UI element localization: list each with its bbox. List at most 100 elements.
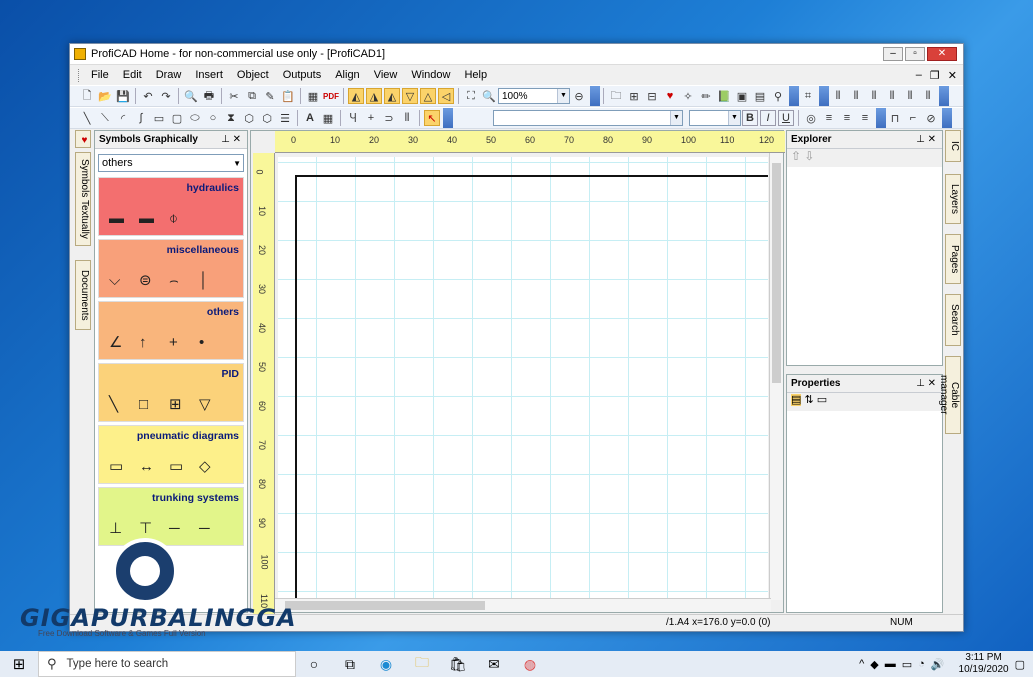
arrow-down-icon[interactable]: ⇩ (804, 149, 814, 163)
symbol-item[interactable]: ╲ (109, 395, 118, 413)
menu-view[interactable]: View (367, 69, 405, 81)
distribute-icon[interactable]: ⫴ (848, 88, 864, 104)
scroll-thumb[interactable] (772, 163, 781, 383)
circle-icon[interactable]: ○ (205, 110, 221, 126)
zoom-out-icon[interactable]: ⊖ (571, 88, 587, 104)
symbol-item[interactable]: ↔ (139, 458, 154, 475)
table-icon[interactable]: ▤ (752, 88, 768, 104)
symbol-category-others[interactable]: others ∠ ↑ + • (98, 301, 244, 360)
symbol-library-select[interactable]: others ▼ (98, 154, 244, 172)
vertical-scrollbar[interactable] (769, 153, 783, 600)
tab-ic[interactable]: IC (945, 130, 961, 162)
distribute-icon[interactable]: ⫴ (920, 88, 936, 104)
tab-symbols-textually[interactable]: Symbols Textually (75, 152, 91, 246)
junction-icon[interactable]: + (363, 110, 379, 126)
polyline-icon[interactable]: ⟍ (97, 110, 113, 126)
select-arrow-icon[interactable]: ↖ (424, 110, 440, 126)
rectangle-icon[interactable]: ▭ (151, 110, 167, 126)
toolbar-overflow[interactable] (789, 86, 799, 106)
arc-icon[interactable]: ◜ (115, 110, 131, 126)
underline-icon[interactable]: U (778, 110, 794, 126)
symbol-item[interactable]: □ (139, 396, 148, 413)
distribute-icon[interactable]: ⫴ (902, 88, 918, 104)
symbol-item[interactable]: ▭ (109, 457, 123, 475)
menu-object[interactable]: Object (230, 69, 276, 81)
horizontal-scrollbar[interactable] (275, 598, 771, 612)
tab-layers[interactable]: Layers (945, 174, 961, 224)
symbol-item[interactable]: ⌵ (109, 272, 120, 289)
text-properties-icon[interactable]: ◎ (803, 110, 819, 126)
menu-outputs[interactable]: Outputs (276, 69, 329, 81)
chevron-down-icon[interactable]: ▼ (233, 156, 241, 172)
zoom-in-icon[interactable]: 🔍 (481, 88, 497, 104)
chrome-icon[interactable]: ◍ (512, 651, 548, 677)
task-view-icon[interactable]: ⧉ (332, 651, 368, 677)
export-image-icon[interactable]: ▦ (305, 88, 321, 104)
align-center-icon[interactable]: ◮ (366, 88, 382, 104)
wire-style-icon[interactable]: ⌐ (905, 110, 921, 126)
symbol-item[interactable]: ⌽ (169, 210, 178, 227)
list-icon[interactable]: ☰ (277, 110, 293, 126)
table-icon[interactable]: ▦ (320, 110, 336, 126)
symbol-item[interactable]: • (199, 334, 204, 351)
paste-icon[interactable]: 📋 (280, 88, 296, 104)
distribute-icon[interactable]: ⫴ (830, 88, 846, 104)
crop-icon[interactable]: ⌗ (800, 88, 816, 104)
redo-icon[interactable]: ↷ (158, 88, 174, 104)
menu-insert[interactable]: Insert (188, 69, 230, 81)
network-icon[interactable]: ⊟ (644, 88, 660, 104)
no-icon[interactable]: ⊘ (923, 110, 939, 126)
format-painter-icon[interactable]: ✎ (262, 88, 278, 104)
line-icon[interactable]: ╲ (79, 110, 95, 126)
zoom-combo[interactable]: 100% ▼ (498, 88, 570, 104)
symbol-item[interactable]: ↑ (139, 334, 147, 351)
symbol-item[interactable]: ⊜ (139, 271, 152, 289)
symbol-item[interactable]: ⊥ (109, 519, 122, 537)
symbol-item[interactable]: ⌢ (169, 272, 179, 289)
wizard-icon[interactable]: ✧ (680, 88, 696, 104)
new-icon[interactable]: 🗋 (79, 88, 95, 104)
wire-icon[interactable]: Ⴗ (345, 110, 361, 126)
symbol-item[interactable]: ∠ (109, 333, 122, 351)
fullscreen-icon[interactable]: ⛶ (463, 88, 479, 104)
tab-pages[interactable]: Pages (945, 234, 961, 284)
pdf-icon[interactable]: PDF (323, 88, 339, 104)
edit-icon[interactable]: ✏ (698, 88, 714, 104)
windows-start-icon[interactable]: ⊞ (0, 651, 38, 677)
store-icon[interactable]: 🛍 (440, 651, 476, 677)
battery-icon[interactable]: ▭ (902, 658, 912, 671)
network-icon[interactable]: ◔ (918, 658, 925, 670)
toolbar-overflow[interactable] (590, 86, 600, 106)
text-align-center-icon[interactable]: ≡ (839, 110, 855, 126)
shape-icon[interactable]: ⬡ (241, 110, 257, 126)
hourglass-icon[interactable]: ⧗ (223, 110, 239, 126)
file-explorer-icon[interactable]: 🗀 (404, 651, 440, 677)
distribute-icon[interactable]: ⫴ (866, 88, 882, 104)
cut-icon[interactable]: ✂ (226, 88, 242, 104)
layers-icon[interactable]: ▣ (734, 88, 750, 104)
text-align-right-icon[interactable]: ≡ (857, 110, 873, 126)
symbol-item[interactable]: ▽ (199, 395, 211, 413)
heart-icon[interactable]: ♥ (662, 88, 678, 104)
pin-icon[interactable]: ⊥ ✕ (916, 134, 936, 145)
chevron-down-icon[interactable]: ▼ (728, 111, 740, 125)
mdi-close-icon[interactable]: ✕ (948, 69, 957, 82)
arrow-up-icon[interactable]: ⇧ (791, 149, 801, 163)
text-align-left-icon[interactable]: ≡ (821, 110, 837, 126)
symbol-category-pid[interactable]: PID ╲ □ ⊞ ▽ (98, 363, 244, 422)
symbol-item[interactable]: + (169, 334, 178, 351)
usb-icon[interactable]: ▬ (885, 658, 896, 670)
chevron-down-icon[interactable]: ▼ (670, 111, 682, 125)
hierarchy-icon[interactable]: ⊞ (626, 88, 642, 104)
dropbox-icon[interactable]: ◆ (870, 658, 878, 671)
menu-draw[interactable]: Draw (149, 69, 189, 81)
menu-file[interactable]: File (84, 69, 116, 81)
symbol-item[interactable]: ▬ (109, 210, 124, 227)
favorites-heart-icon[interactable]: ♥ (75, 130, 91, 148)
folder-icon[interactable]: 🗀 (608, 88, 624, 104)
connector-icon[interactable]: ⊓ (887, 110, 903, 126)
symbol-item[interactable]: ─ (199, 520, 210, 537)
mdi-restore-icon[interactable]: ❐ (930, 69, 940, 82)
shape-icon[interactable]: ⬡ (259, 110, 275, 126)
toolbar-overflow[interactable] (876, 108, 886, 128)
